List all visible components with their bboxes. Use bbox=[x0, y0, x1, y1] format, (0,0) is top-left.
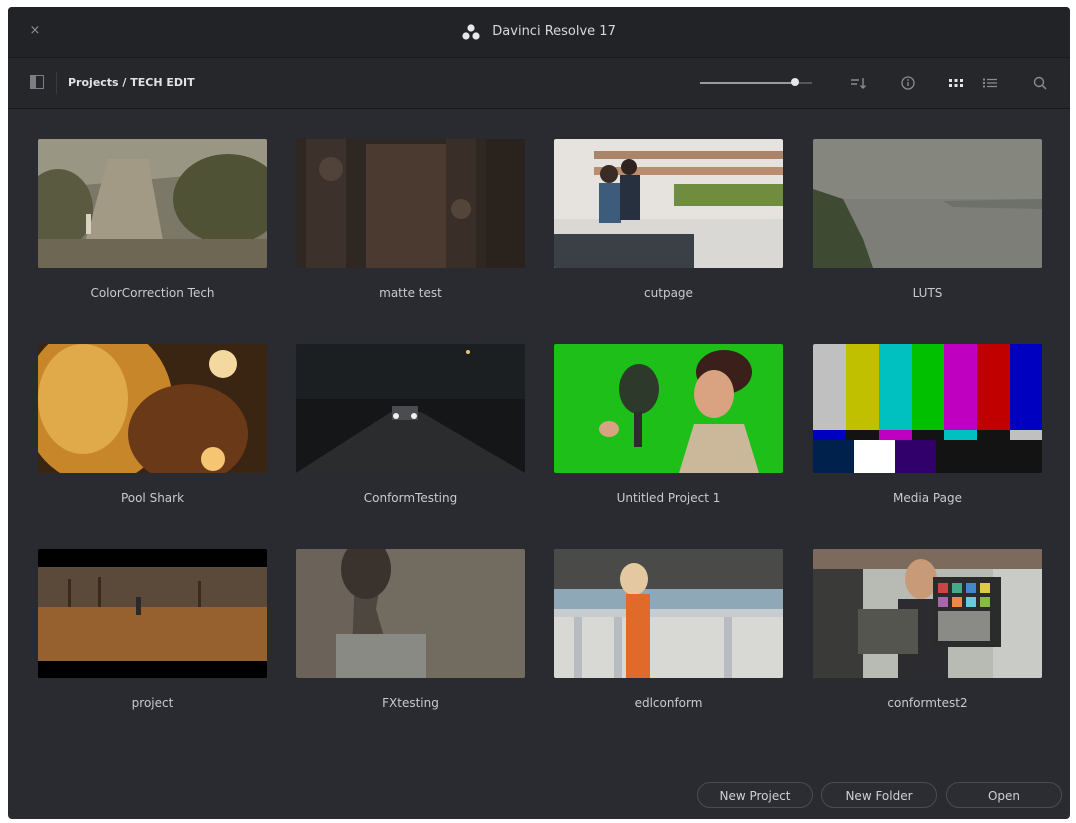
new-folder-button[interactable]: New Folder bbox=[821, 782, 937, 808]
new-project-button[interactable]: New Project bbox=[697, 782, 813, 808]
project-name: Untitled Project 1 bbox=[616, 491, 721, 505]
project-thumbnail[interactable] bbox=[554, 139, 783, 268]
info-icon[interactable] bbox=[898, 73, 918, 93]
breadcrumb[interactable]: Projects / TECH EDIT bbox=[68, 74, 195, 92]
project-thumbnail[interactable] bbox=[296, 139, 525, 268]
project-name: Pool Shark bbox=[120, 491, 185, 505]
window-title-text: Davinci Resolve 17 bbox=[492, 24, 616, 39]
project-thumbnail[interactable] bbox=[813, 344, 1042, 473]
project-tile[interactable]: ConformTesting bbox=[296, 344, 525, 506]
list-view-icon[interactable] bbox=[980, 73, 1000, 93]
open-button[interactable]: Open bbox=[946, 782, 1062, 808]
slider-fill bbox=[700, 82, 796, 84]
project-thumbnail[interactable] bbox=[38, 549, 267, 678]
slider-knob[interactable] bbox=[791, 78, 800, 86]
thumbnail-size-slider[interactable] bbox=[700, 78, 812, 86]
project-thumbnail[interactable] bbox=[813, 549, 1042, 678]
project-thumbnail[interactable] bbox=[38, 344, 267, 473]
project-tile[interactable]: Untitled Project 1 bbox=[554, 344, 783, 506]
project-thumbnail[interactable] bbox=[296, 344, 525, 473]
project-thumbnail[interactable] bbox=[296, 549, 525, 678]
project-name: Media Page bbox=[893, 491, 962, 505]
project-tile[interactable]: Media Page bbox=[813, 344, 1042, 506]
project-tile[interactable]: ColorCorrection Tech bbox=[38, 139, 267, 301]
project-tile[interactable]: FXtesting bbox=[296, 549, 525, 711]
toolbar-divider bbox=[56, 72, 57, 94]
project-tile[interactable]: LUTS bbox=[813, 139, 1042, 301]
project-thumbnail[interactable] bbox=[554, 344, 783, 473]
project-name: FXtesting bbox=[382, 696, 439, 710]
project-thumbnail[interactable] bbox=[38, 139, 267, 268]
project-manager-window: × Davinci Resolve 17 Projects / TECH EDI… bbox=[8, 7, 1070, 819]
project-name: project bbox=[131, 696, 174, 710]
project-tile[interactable]: cutpage bbox=[554, 139, 783, 301]
project-thumbnail[interactable] bbox=[813, 139, 1042, 268]
toolbar: Projects / TECH EDIT bbox=[8, 58, 1070, 109]
grid-view-icon[interactable] bbox=[946, 73, 966, 93]
project-tile[interactable]: matte test bbox=[296, 139, 525, 301]
project-name: matte test bbox=[379, 286, 442, 300]
title-bar: × Davinci Resolve 17 bbox=[8, 7, 1070, 58]
search-icon[interactable] bbox=[1030, 73, 1050, 93]
project-tile[interactable]: conformtest2 bbox=[813, 549, 1042, 711]
project-name: edlconform bbox=[634, 696, 703, 710]
project-tile[interactable]: edlconform bbox=[554, 549, 783, 711]
project-name: LUTS bbox=[912, 286, 943, 300]
project-name: cutpage bbox=[644, 286, 693, 300]
sidebar-toggle-icon[interactable] bbox=[30, 75, 44, 89]
project-tile[interactable]: Pool Shark bbox=[38, 344, 267, 506]
project-name: conformtest2 bbox=[887, 696, 968, 710]
sort-icon[interactable] bbox=[848, 73, 868, 93]
window-title: Davinci Resolve 17 bbox=[8, 22, 1070, 43]
davinci-logo-icon bbox=[462, 24, 480, 40]
project-name: ColorCorrection Tech bbox=[90, 286, 215, 300]
project-thumbnail[interactable] bbox=[554, 549, 783, 678]
project-tile[interactable]: project bbox=[38, 549, 267, 711]
project-name: ConformTesting bbox=[363, 491, 458, 505]
